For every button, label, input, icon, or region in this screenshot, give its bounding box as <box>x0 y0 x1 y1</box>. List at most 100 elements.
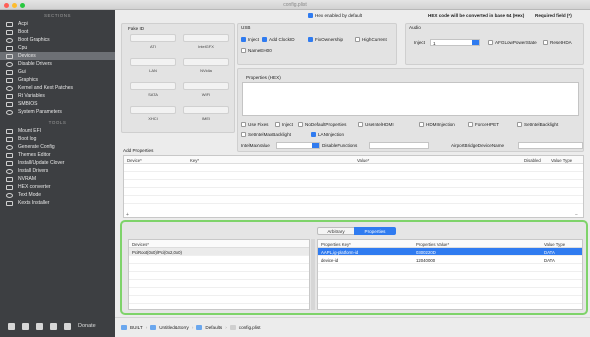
sidebar-item-boot-graphics[interactable]: Boot Graphics <box>0 36 115 44</box>
checkbox-box[interactable] <box>517 122 522 128</box>
sidebar-item-themes-editor[interactable]: Themes Editor <box>0 151 115 159</box>
tab-properties[interactable]: Properties <box>354 227 396 235</box>
sidebar-item-rt-variables[interactable]: Rt Variables <box>0 92 115 100</box>
flag-setintelbacklight-checkbox[interactable]: SetIntelBacklight <box>517 122 558 128</box>
flag-hdmiinjection-checkbox[interactable]: HDMIInjection <box>419 122 455 128</box>
disable-functions-input[interactable] <box>369 142 429 149</box>
column-header-properties-key[interactable]: Properties Key* <box>321 242 351 247</box>
flag-laninjection-checkbox[interactable]: LANInjection <box>311 132 344 138</box>
fake-id-lan-input[interactable] <box>130 58 176 66</box>
table-row[interactable] <box>124 180 583 188</box>
fake-id-intelgfx-input[interactable] <box>183 34 229 42</box>
sidebar-item-gui[interactable]: Gui <box>0 68 115 76</box>
donate-button[interactable]: Donate <box>78 323 96 329</box>
flag-forcehpet-checkbox[interactable]: ForceHPET <box>468 122 499 128</box>
path-segment[interactable]: Defaults <box>205 325 222 330</box>
fake-id-imei-input[interactable] <box>183 106 229 114</box>
table-row[interactable] <box>129 264 309 272</box>
sidebar-item-smbios[interactable]: SMBIOS <box>0 100 115 108</box>
tab-arbitrary[interactable]: Arbitrary <box>317 227 355 235</box>
share-icon[interactable] <box>50 322 57 330</box>
donate-icon[interactable] <box>64 322 71 330</box>
checkbox-box[interactable] <box>355 37 360 43</box>
sidebar-item-graphics[interactable]: Graphics <box>0 76 115 84</box>
sidebar-item-boot[interactable]: Boot <box>0 28 115 36</box>
sidebar-item-generate-config[interactable]: Generate Config <box>0 143 115 151</box>
sidebar-item-devices[interactable]: Devices <box>0 52 115 60</box>
checkbox-box[interactable] <box>298 122 303 128</box>
add-properties-table[interactable]: Device* Key* Value* Disabled Value Type … <box>123 155 584 218</box>
checkbox-box[interactable] <box>241 48 246 54</box>
table-row[interactable] <box>129 296 309 304</box>
checkbox-box[interactable] <box>311 132 316 138</box>
sidebar-item-hex-converter[interactable]: HEX converter <box>0 183 115 191</box>
devices-table[interactable]: Devices* PciRoot(0x0)/Pci(0x2,0x0) <box>128 239 310 310</box>
column-header-value[interactable]: Value* <box>357 158 369 163</box>
column-header-devices[interactable]: Devices* <box>132 242 149 247</box>
sidebar-item-cpu[interactable]: Cpu <box>0 44 115 52</box>
flag-useintelhdmi-checkbox[interactable]: UseIntelHDMI <box>358 122 394 128</box>
checkbox-box[interactable] <box>468 122 473 128</box>
checkbox-box[interactable] <box>241 37 246 43</box>
table-row[interactable] <box>129 280 309 288</box>
table-row[interactable]: PciRoot(0x0)/Pci(0x2,0x0) <box>129 248 309 256</box>
table-row[interactable] <box>318 280 582 288</box>
path-segment[interactable]: Untitled&Sorry <box>159 325 189 330</box>
intel-max-value-select[interactable] <box>276 142 320 149</box>
column-header-key[interactable]: Key* <box>190 158 199 163</box>
sidebar-item-kexts-installer[interactable]: Kexts Installer <box>0 199 115 207</box>
usb-nameeh00-checkbox[interactable]: NameEH00 <box>241 48 272 54</box>
flag-setintelmaxbacklight-checkbox[interactable]: SetIntelMaxBacklight <box>241 132 291 138</box>
remove-row-button[interactable]: − <box>575 212 581 218</box>
flag-nodefaultproperties-checkbox[interactable]: NoDefaultProperties <box>298 122 346 128</box>
usb-inject-checkbox[interactable]: Inject <box>241 37 259 43</box>
airport-bridge-input[interactable] <box>518 142 583 149</box>
table-row[interactable]: AAPL,ig-platform-id 0300220D DATA <box>318 248 582 256</box>
column-header-properties-value[interactable]: Properties Value* <box>416 242 449 247</box>
flag-inject-checkbox[interactable]: Inject <box>275 122 293 128</box>
save-icon[interactable] <box>22 322 29 330</box>
sidebar-item-system-parameters[interactable]: System Parameters <box>0 108 115 116</box>
checkbox-box[interactable] <box>419 122 424 128</box>
hex-default-toggle[interactable]: Hex enabled by default <box>308 13 362 19</box>
table-row[interactable] <box>318 288 582 296</box>
usb-add-clockid-checkbox[interactable]: Add ClockID <box>262 37 295 43</box>
sidebar-item-install-update-clover[interactable]: Install/Update Clover <box>0 159 115 167</box>
fake-id-nvidia-input[interactable] <box>183 58 229 66</box>
properties-table[interactable]: Properties Key* Properties Value* Value … <box>317 239 583 310</box>
checkbox-box[interactable] <box>241 132 246 138</box>
flag-use-fixes-checkbox[interactable]: Use Fixes <box>241 122 268 128</box>
sidebar-item-nvram[interactable]: NVRAM <box>0 175 115 183</box>
sidebar-item-mount-efi[interactable]: Mount EFI <box>0 127 115 135</box>
table-row[interactable]: device-id 12040000 DATA <box>318 256 582 264</box>
table-row[interactable] <box>124 196 583 204</box>
checkbox-box[interactable] <box>262 37 267 43</box>
fake-id-wifi-input[interactable] <box>183 82 229 90</box>
fake-id-xhci-input[interactable] <box>130 106 176 114</box>
sidebar-item-boot-log[interactable]: Boot log <box>0 135 115 143</box>
fake-id-ati-input[interactable] <box>130 34 176 42</box>
add-row-button[interactable]: + <box>126 212 132 218</box>
sidebar-item-kernel-and-kext-patches[interactable]: Kernel and Kext Patches <box>0 84 115 92</box>
properties-hex-textarea[interactable] <box>242 82 579 116</box>
usb-highcurrent-checkbox[interactable]: HighCurrent <box>355 37 387 43</box>
table-row[interactable] <box>318 296 582 304</box>
table-row[interactable] <box>129 272 309 280</box>
table-row[interactable] <box>129 288 309 296</box>
sidebar-item-acpi[interactable]: Acpi <box>0 20 115 28</box>
home-icon[interactable] <box>36 322 43 330</box>
checkbox-box[interactable] <box>275 122 280 128</box>
hex-default-checkbox[interactable] <box>308 13 313 19</box>
sidebar-item-install-drivers[interactable]: Install Drivers <box>0 167 115 175</box>
checkbox-box[interactable] <box>241 122 246 128</box>
sidebar-item-disable-drivers[interactable]: Disable Drivers <box>0 60 115 68</box>
table-row[interactable] <box>129 256 309 264</box>
column-header-disabled[interactable]: Disabled <box>524 158 541 163</box>
table-row[interactable] <box>318 264 582 272</box>
document-icon[interactable] <box>8 322 15 330</box>
audio-afglowpowerstate-checkbox[interactable]: AFGLowPowerState <box>488 40 537 46</box>
usb-fixownership-checkbox[interactable]: FixOwnership <box>308 37 343 43</box>
checkbox-box[interactable] <box>308 37 313 43</box>
sidebar-item-text-mode[interactable]: Text Mode <box>0 191 115 199</box>
audio-inject-select[interactable]: 1 <box>430 39 480 46</box>
